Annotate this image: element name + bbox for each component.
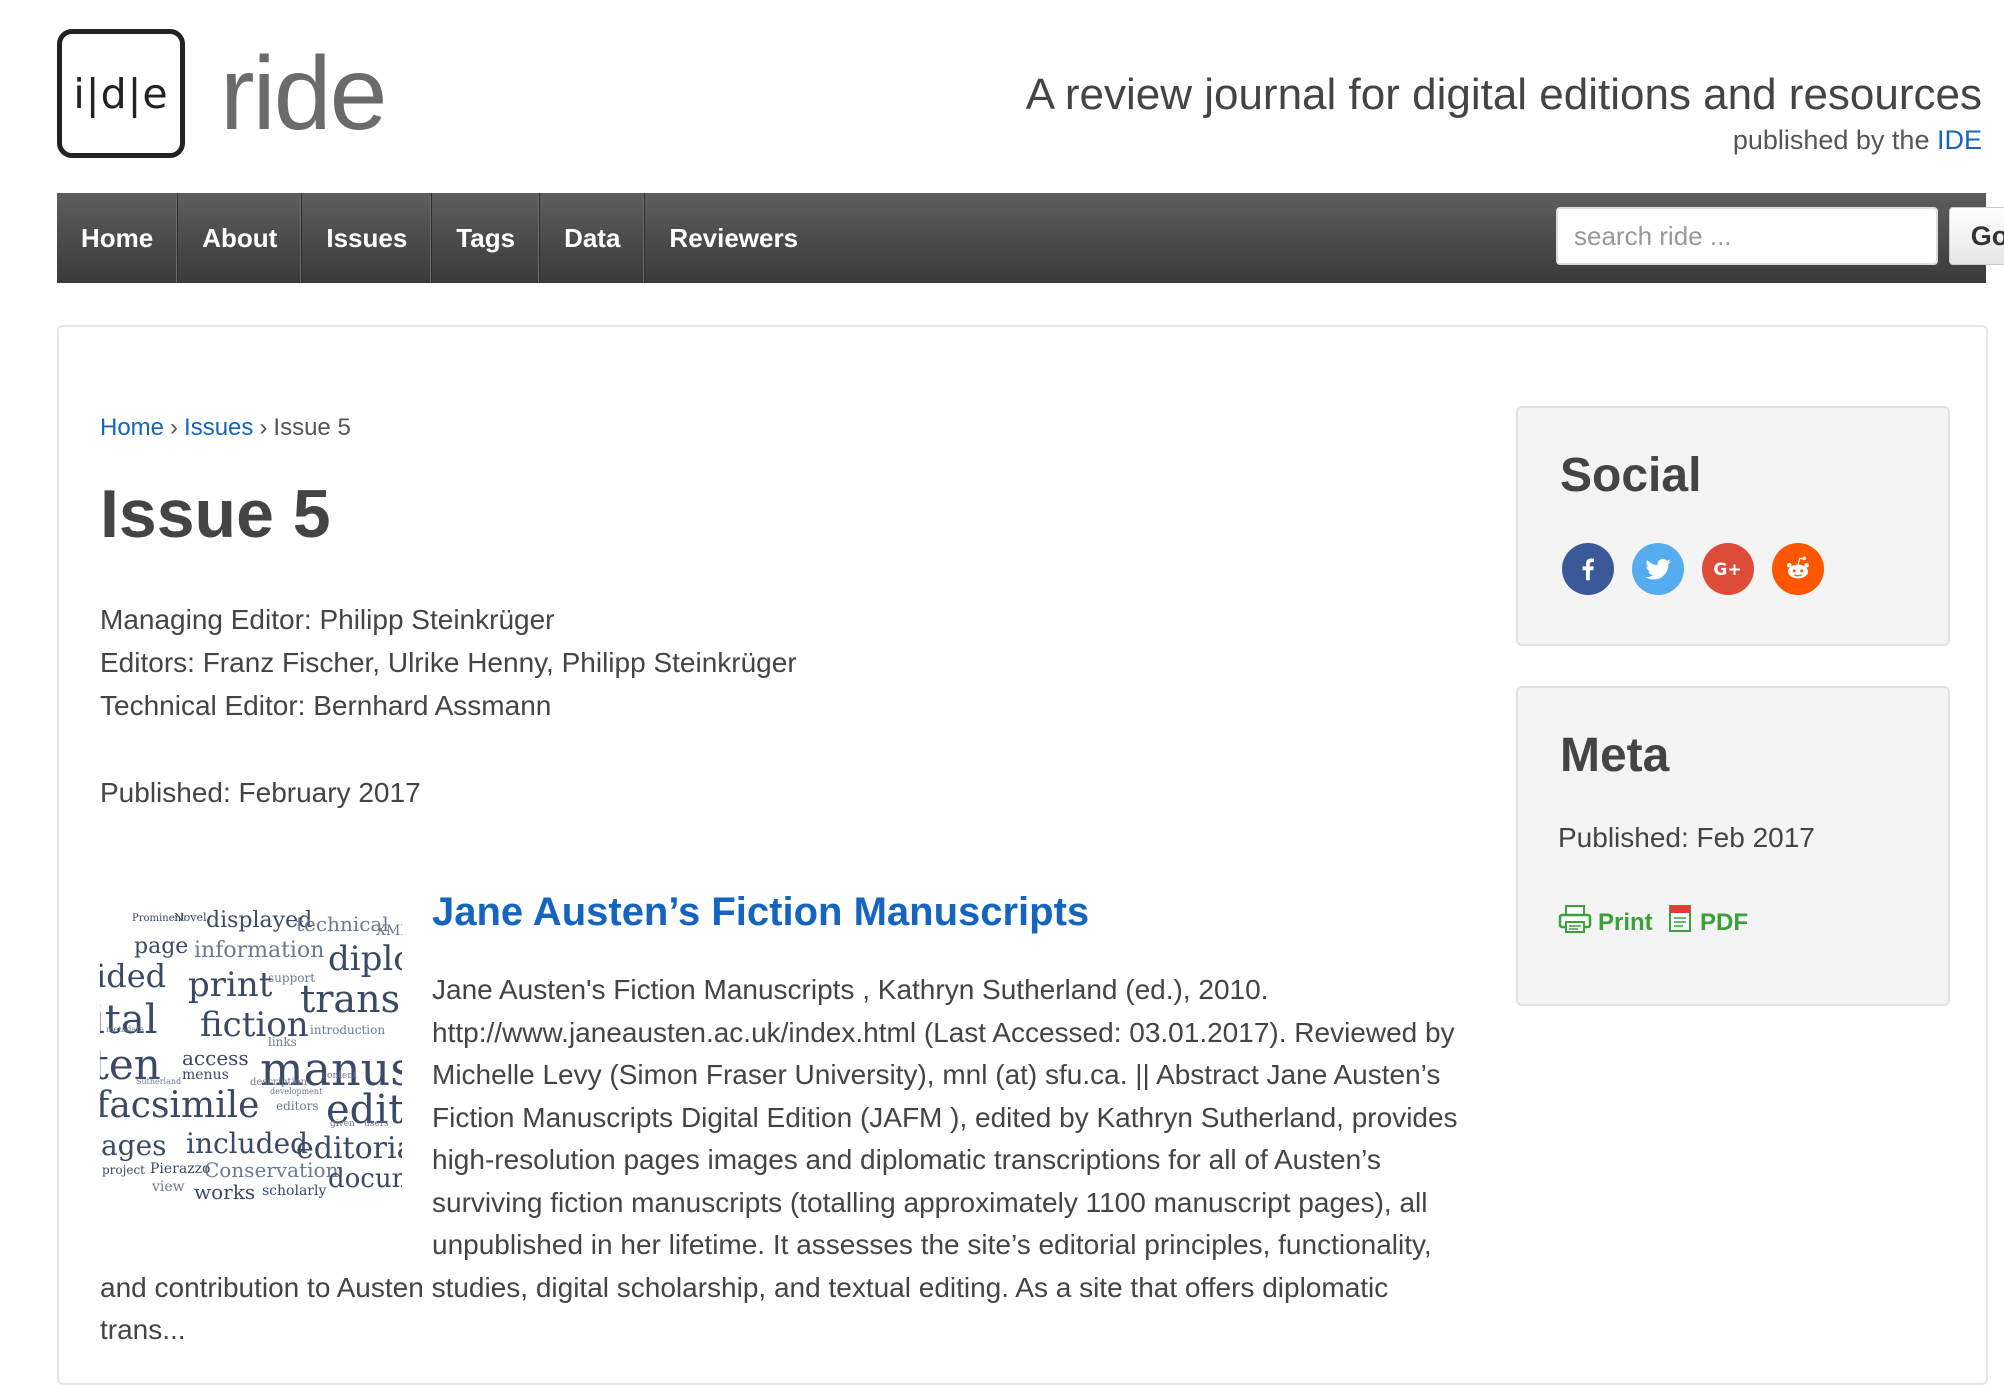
breadcrumb-separator: ›: [259, 414, 268, 441]
meta-widget-title: Meta: [1560, 729, 1670, 782]
publisher-line: published by the IDE: [1733, 125, 1982, 156]
print-button[interactable]: Print: [1558, 904, 1653, 941]
breadcrumb-current: Issue 5: [273, 414, 351, 441]
publisher-prefix: published by the: [1732, 125, 1930, 155]
ride-wordmark[interactable]: ride: [220, 42, 387, 146]
managing-editor: Managing Editor: Philipp Steinkrüger: [100, 604, 555, 635]
main-navbar: Home About Issues Tags Data Reviewers Go: [57, 193, 2004, 283]
pdf-button[interactable]: PDF: [1668, 904, 1748, 941]
technical-editor: Technical Editor: Bernhard Assmann: [100, 690, 552, 721]
reddit-icon[interactable]: [1772, 543, 1824, 595]
nav-issues[interactable]: Issues: [302, 193, 433, 283]
article-excerpt: Jane Austen's Fiction Manuscripts , Kath…: [100, 969, 1472, 1352]
wordcloud-word: page: [134, 934, 189, 959]
nav-data[interactable]: Data: [540, 193, 646, 283]
wordcloud-word: technical: [296, 912, 389, 936]
breadcrumb-home[interactable]: Home: [100, 414, 164, 441]
social-widget-title: Social: [1560, 449, 1702, 502]
google-plus-icon[interactable]: G+: [1702, 543, 1754, 595]
pdf-label: PDF: [1700, 908, 1748, 936]
pdf-icon: [1668, 904, 1694, 941]
thumbnail-float-spacer: [100, 969, 432, 1245]
breadcrumb: Home › Issues › Issue 5: [100, 414, 351, 442]
svg-text:G+: G+: [1713, 560, 1741, 580]
wordcloud-word: information: [194, 938, 325, 963]
ide-logo[interactable]: i|d|e: [57, 29, 185, 158]
breadcrumb-separator: ›: [170, 414, 179, 441]
search-input[interactable]: [1556, 207, 1938, 265]
nav-home[interactable]: Home: [57, 193, 179, 283]
published-date: Published: February 2017: [100, 777, 421, 808]
nav-reviewers[interactable]: Reviewers: [645, 193, 822, 283]
social-widget: Social: [1516, 406, 1950, 646]
meta-published-date: Published: Feb 2017: [1558, 822, 1815, 853]
wordcloud-word: Novel: [174, 911, 207, 924]
ide-link[interactable]: IDE: [1937, 125, 1982, 155]
printer-icon: [1558, 904, 1592, 941]
nav-tags[interactable]: Tags: [432, 193, 541, 283]
wordcloud-word: XML: [376, 923, 402, 939]
nav-about[interactable]: About: [178, 193, 303, 283]
facebook-icon[interactable]: [1562, 543, 1614, 595]
search-go-button[interactable]: Go: [1949, 207, 2004, 265]
editors: Editors: Franz Fischer, Ulrike Henny, Ph…: [100, 647, 797, 678]
article-title-link[interactable]: Jane Austen’s Fiction Manuscripts: [432, 890, 1089, 935]
breadcrumb-issues[interactable]: Issues: [184, 414, 253, 441]
site-tagline: A review journal for digital editions an…: [1025, 70, 1982, 119]
page-title: Issue 5: [100, 476, 331, 552]
twitter-icon[interactable]: [1632, 543, 1684, 595]
print-label: Print: [1598, 908, 1653, 936]
